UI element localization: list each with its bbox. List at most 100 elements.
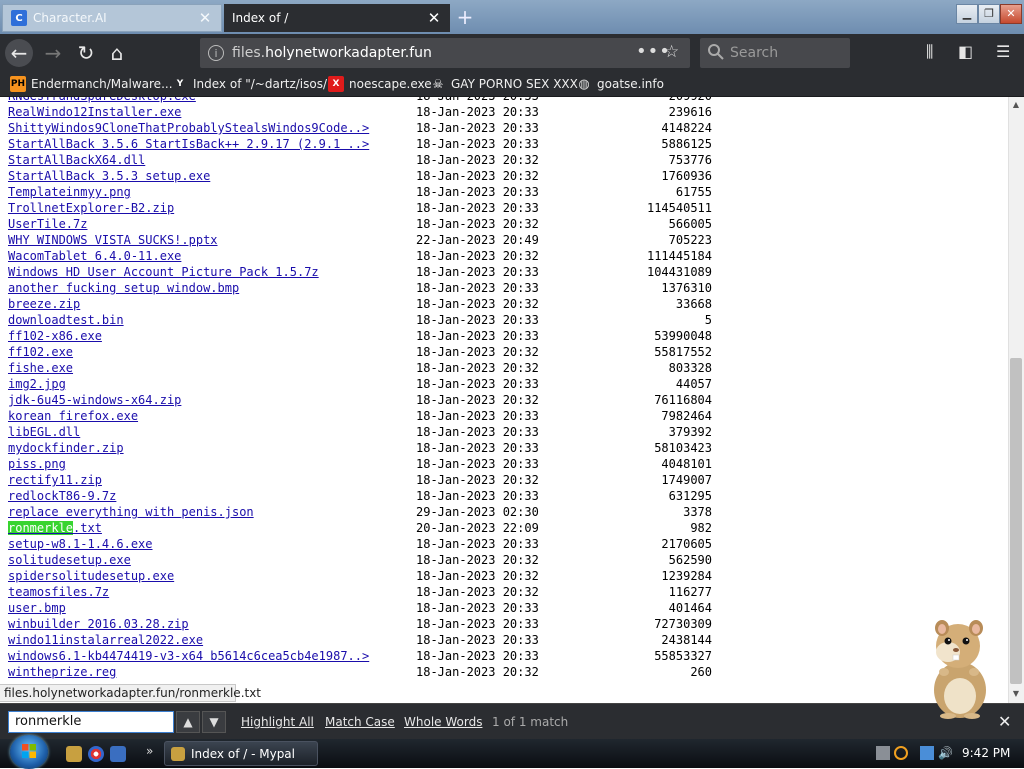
bookmark-noescape[interactable]: X noescape.exe	[328, 75, 432, 93]
globe-icon: ◍	[578, 76, 590, 92]
file-link[interactable]: UserTile.7z	[8, 216, 87, 232]
minimize-icon[interactable]: ▁	[956, 4, 978, 24]
file-link[interactable]: StartAllBackX64.dll	[8, 152, 145, 168]
file-link[interactable]: windo11instalarreal2022.exe	[8, 632, 203, 648]
file-link[interactable]: RNGesTrandSpareDesktop.exe	[8, 97, 196, 104]
find-next-icon[interactable]: ▼	[202, 711, 226, 733]
file-link[interactable]: mydockfinder.zip	[8, 440, 124, 456]
file-link[interactable]: piss.png	[8, 456, 66, 472]
file-link[interactable]: winbuilder 2016.03.28.zip	[8, 616, 189, 632]
url-text[interactable]: files.holynetworkadapter.fun	[232, 45, 432, 61]
file-link[interactable]: redlockT86-9.7z	[8, 488, 116, 504]
bookmark-endermanch[interactable]: PH Endermanch/Malware...	[10, 75, 173, 93]
file-link[interactable]: setup-w8.1-1.4.6.exe	[8, 536, 153, 552]
bookmark-star-icon[interactable]: ☆	[664, 42, 679, 62]
mypal-app-icon	[171, 746, 185, 761]
network-icon[interactable]	[920, 746, 934, 760]
file-link[interactable]: Windows HD User Account Picture Pack 1.5…	[8, 264, 319, 280]
file-link[interactable]: wintheprize.reg	[8, 664, 116, 680]
file-link[interactable]: user.bmp	[8, 600, 66, 616]
bookmark-gay-porno[interactable]: ☠ GAY PORNO SEX XXX	[430, 75, 578, 93]
tab-character-ai[interactable]: C Character.AI ✕	[2, 4, 222, 32]
file-link[interactable]: Templateinmyy.png	[8, 184, 131, 200]
file-link[interactable]: korean firefox.exe	[8, 408, 138, 424]
file-size: 566005	[668, 217, 712, 231]
reload-icon[interactable]: ↻	[72, 39, 100, 67]
file-link[interactable]: teamosfiles.7z	[8, 584, 109, 600]
browser-quicklaunch-icon[interactable]	[88, 746, 104, 762]
file-size: 705223	[668, 233, 712, 247]
start-button[interactable]	[10, 735, 48, 769]
file-link[interactable]: libEGL.dll	[8, 424, 80, 440]
file-link[interactable]: ff102-x86.exe	[8, 328, 102, 344]
highlight-all-toggle[interactable]: Highlight All	[241, 715, 314, 729]
close-tab-icon[interactable]: ✕	[197, 9, 213, 27]
file-link[interactable]: StartAllBack 3.5.6 StartIsBack++ 2.9.17 …	[8, 136, 369, 152]
close-find-bar-icon[interactable]: ✕	[998, 712, 1011, 731]
file-link[interactable]: rectify11.zip	[8, 472, 102, 488]
scrollbar-thumb[interactable]	[1010, 358, 1022, 684]
file-size: 33668	[675, 297, 712, 311]
taskbar-window-mypal[interactable]: Index of / - Mypal	[164, 741, 318, 766]
tab-title: Index of /	[232, 11, 289, 25]
file-link[interactable]: breeze.zip	[8, 296, 80, 312]
show-desktop-icon[interactable]	[110, 746, 126, 762]
new-tab-icon[interactable]: +	[452, 4, 478, 30]
quicklaunch-overflow-icon[interactable]: »	[146, 744, 153, 758]
find-match-highlight: ronmerkle	[8, 521, 74, 535]
tray-app-icon[interactable]	[876, 746, 890, 760]
file-link[interactable]: StartAllBack 3.5.3 setup.exe	[8, 168, 210, 184]
file-link[interactable]: ronmerkle.txt	[8, 520, 102, 536]
file-date: 18-Jan-2023 20:33	[416, 441, 539, 455]
file-link[interactable]: WacomTablet 6.4.0-11.exe	[8, 248, 181, 264]
menu-icon[interactable]: ☰	[996, 42, 1010, 61]
library-icon[interactable]: ⫼	[926, 42, 933, 62]
tab-index-of[interactable]: Index of / ✕	[224, 4, 450, 32]
file-link[interactable]: img2.jpg	[8, 376, 66, 392]
file-link[interactable]: downloadtest.bin	[8, 312, 124, 328]
close-tab-icon[interactable]: ✕	[426, 9, 442, 27]
mypal-quicklaunch-icon[interactable]	[66, 746, 82, 762]
search-bar[interactable]: Search	[700, 38, 850, 68]
file-link[interactable]: jdk-6u45-windows-x64.zip	[8, 392, 181, 408]
file-link[interactable]: fishe.exe	[8, 360, 73, 376]
whole-words-toggle[interactable]: Whole Words	[404, 715, 482, 729]
file-link[interactable]: replace everything with penis.json	[8, 504, 254, 520]
forward-arrow-icon[interactable]: →	[39, 39, 67, 67]
window-close-icon[interactable]: ✕	[1000, 4, 1022, 24]
maximize-icon[interactable]: ❐	[978, 4, 1000, 24]
file-size: 803328	[668, 361, 712, 375]
url-bar[interactable]: i files.holynetworkadapter.fun ••• ☆	[200, 38, 690, 68]
file-link[interactable]: another fucking setup window.bmp	[8, 280, 239, 296]
file-link[interactable]: RealWindo12Installer.exe	[8, 104, 181, 120]
bookmark-goatse[interactable]: ◍ goatse.info	[576, 75, 664, 93]
home-icon[interactable]: ⌂	[103, 39, 131, 67]
tray-search-icon[interactable]	[894, 746, 908, 760]
file-row: windo11instalarreal2022.exe 18-Jan-2023 2…	[0, 632, 1008, 648]
file-link[interactable]: TrollnetExplorer-B2.zip	[8, 200, 174, 216]
file-date: 18-Jan-2023 20:33	[416, 425, 539, 439]
file-row: TrollnetExplorer-B2.zip 18-Jan-2023 20:33…	[0, 200, 1008, 216]
scroll-down-icon[interactable]: ▼	[1008, 687, 1024, 701]
match-case-toggle[interactable]: Match Case	[325, 715, 395, 729]
find-input[interactable]: ronmerkle	[8, 711, 174, 733]
file-date: 18-Jan-2023 20:33	[416, 137, 539, 151]
find-previous-icon[interactable]: ▲	[176, 711, 200, 733]
back-arrow-icon[interactable]: ←	[5, 39, 33, 67]
file-link[interactable]: windows6.1-kb4474419-v3-x64 b5614c6cea5c…	[8, 648, 369, 664]
file-link[interactable]: ff102.exe	[8, 344, 73, 360]
file-link[interactable]: solitudesetup.exe	[8, 552, 131, 568]
scroll-up-icon[interactable]: ▲	[1008, 98, 1024, 112]
file-link[interactable]: spidersolitudesetup.exe	[8, 568, 174, 584]
tab-title: Character.AI	[33, 11, 107, 25]
site-info-icon[interactable]: i	[208, 45, 224, 61]
volume-icon[interactable]: 🔊	[938, 746, 953, 760]
file-link[interactable]: ShittyWindos9CloneThatProbablyStealsWind…	[8, 120, 369, 136]
bookmark-dartz-isos[interactable]: Y Index of "/~dartz/isos/"	[172, 75, 333, 93]
sidebar-icon[interactable]: ◧	[958, 42, 973, 61]
taskbar-clock[interactable]: 9:42 PM	[962, 746, 1010, 760]
file-size: 3378	[683, 505, 712, 519]
file-date: 18-Jan-2023 20:33	[416, 105, 539, 119]
file-date: 18-Jan-2023 20:33	[416, 457, 539, 471]
file-link[interactable]: WHY WINDOWS VISTA SUCKS!.pptx	[8, 232, 218, 248]
